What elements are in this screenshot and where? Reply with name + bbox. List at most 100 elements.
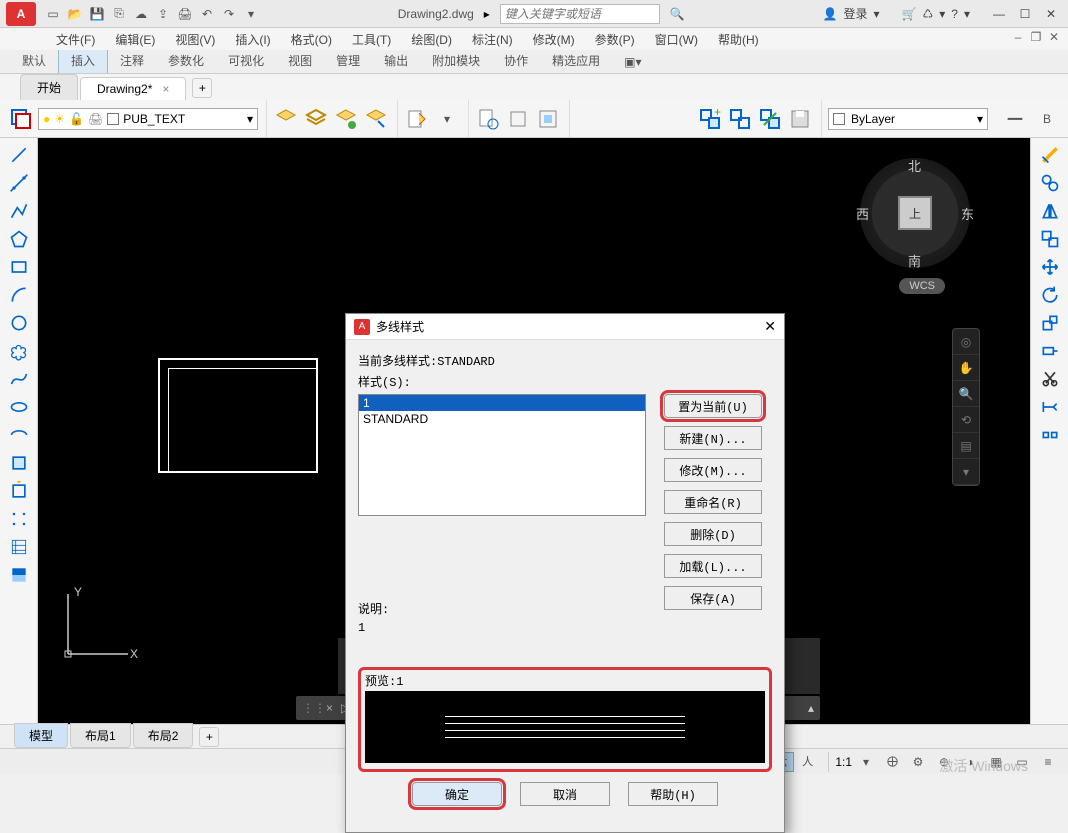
cmdline-grip-icon[interactable]: ⋮⋮ — [302, 701, 322, 715]
ribbon-tab-parametric[interactable]: 参数化 — [156, 48, 216, 73]
break-tool-icon[interactable] — [1036, 422, 1064, 448]
make-block-tool-icon[interactable]: ✦ — [5, 478, 33, 504]
delete-button[interactable]: 删除(D) — [664, 522, 762, 546]
set-current-button[interactable]: 置为当前(U) — [664, 394, 762, 418]
qat-drop-icon[interactable]: ▾ — [242, 5, 260, 23]
block-edit-drop-icon[interactable]: ▾ — [434, 106, 460, 132]
mirror-tool-icon[interactable] — [1036, 198, 1064, 224]
arc-tool-icon[interactable] — [5, 282, 33, 308]
layer-combo[interactable]: ● ☀ 🔓 🖨 PUB_TEXT ▾ — [38, 108, 258, 130]
help-search-input[interactable] — [500, 4, 660, 24]
style-item-1[interactable]: 1 — [359, 395, 645, 411]
revcloud-tool-icon[interactable] — [5, 338, 33, 364]
ribbon-tab-view[interactable]: 视图 — [276, 48, 324, 73]
doc-tab-drawing2[interactable]: Drawing2*× — [80, 77, 186, 100]
scale-tool-icon[interactable] — [1036, 310, 1064, 336]
ribbon-tab-insert[interactable]: 插入 — [58, 47, 108, 73]
layer-drop-icon[interactable]: ▾ — [247, 112, 253, 126]
modify-button[interactable]: 修改(M)... — [664, 458, 762, 482]
style-item-standard[interactable]: STANDARD — [359, 411, 645, 427]
layer-properties-icon[interactable] — [8, 106, 34, 132]
block-edit-icon[interactable] — [404, 106, 430, 132]
move-tool-icon[interactable] — [1036, 254, 1064, 280]
clip-icon[interactable] — [505, 106, 531, 132]
viewcube-north[interactable]: 北 — [908, 156, 921, 175]
saveas-icon[interactable]: ⎘ — [110, 5, 128, 23]
dyn-ucs-icon[interactable]: 人 — [796, 752, 820, 772]
help-drop-icon[interactable]: ▾ — [964, 7, 970, 21]
viewcube-top[interactable]: 上 — [898, 196, 932, 230]
viewcube-west[interactable]: 西 — [856, 204, 869, 223]
layout-tab-1[interactable]: 布局1 — [70, 723, 131, 748]
menu-view[interactable]: 视图(V) — [169, 29, 221, 50]
plot-icon[interactable]: 🖨 — [176, 5, 194, 23]
workspace-switch-icon[interactable]: ⚙ — [906, 752, 930, 772]
menu-edit[interactable]: 编辑(E) — [109, 29, 161, 50]
ellipse-tool-icon[interactable] — [5, 394, 33, 420]
spline-tool-icon[interactable] — [5, 366, 33, 392]
web-open-icon[interactable]: ☁ — [132, 5, 150, 23]
rotate-tool-icon[interactable] — [1036, 282, 1064, 308]
copy-tool-icon[interactable] — [1036, 170, 1064, 196]
doc-tab-add-button[interactable]: + — [192, 78, 212, 98]
login-drop-icon[interactable]: ▾ — [874, 7, 880, 21]
web-save-icon[interactable]: ⇪ — [154, 5, 172, 23]
scale-label[interactable]: 1:1 — [835, 755, 852, 769]
doc-tab-start[interactable]: 开始 — [20, 74, 78, 100]
viewcube-east[interactable]: 东 — [961, 204, 974, 223]
menu-help[interactable]: 帮助(H) — [712, 29, 765, 50]
customize-icon[interactable]: ≡ — [1036, 752, 1060, 772]
group-icon-3[interactable] — [757, 106, 783, 132]
group-icon-2[interactable] — [727, 106, 753, 132]
open-icon[interactable]: 📂 — [66, 5, 84, 23]
viewcube-south[interactable]: 南 — [908, 251, 921, 270]
navigation-bar[interactable]: ◎ ✋ 🔍 ⟲ ▤ ▾ — [952, 328, 980, 486]
annotation-scale-icon[interactable] — [880, 752, 904, 772]
layers-panel-icon-1[interactable] — [273, 106, 299, 132]
attach-icon[interactable] — [475, 106, 501, 132]
menu-tools[interactable]: 工具(T) — [346, 29, 397, 50]
ribbon-tab-express[interactable]: 精选应用 — [540, 48, 612, 73]
layers-panel-icon-4[interactable] — [363, 106, 389, 132]
ribbon-tab-visualize[interactable]: 可视化 — [216, 48, 276, 73]
rectangle-tool-icon[interactable] — [5, 254, 33, 280]
insert-block-tool-icon[interactable] — [5, 450, 33, 476]
scale-drop-icon[interactable]: ▾ — [854, 752, 878, 772]
view-cube[interactable]: 上 北 南 西 东 — [860, 158, 970, 268]
layout-tab-add-button[interactable]: + — [199, 727, 219, 747]
save-button[interactable]: 保存(A) — [664, 586, 762, 610]
adjust-icon[interactable] — [535, 106, 561, 132]
undo-icon[interactable]: ↶ — [198, 5, 216, 23]
menu-dim[interactable]: 标注(N) — [466, 29, 519, 50]
menu-modify[interactable]: 修改(M) — [527, 29, 581, 50]
close-button[interactable]: ✕ — [1040, 5, 1062, 23]
linetype-combo-icon[interactable]: ━━ — [1002, 106, 1028, 132]
gradient-tool-icon[interactable] — [5, 562, 33, 588]
ribbon-tab-more-icon[interactable]: ▣▾ — [612, 51, 653, 73]
layout-tab-2[interactable]: 布局2 — [133, 723, 194, 748]
menu-format[interactable]: 格式(O) — [285, 29, 338, 50]
ribbon-tab-manage[interactable]: 管理 — [324, 48, 372, 73]
ribbon-tab-output[interactable]: 输出 — [372, 48, 420, 73]
nav-showmotion-icon[interactable]: ▤ — [953, 433, 979, 459]
cmdline-close-icon[interactable]: × — [326, 701, 333, 715]
ribbon-tab-collab[interactable]: 协作 — [492, 48, 540, 73]
polyline-tool-icon[interactable] — [5, 198, 33, 224]
save-icon[interactable]: 💾 — [88, 5, 106, 23]
dialog-close-button[interactable]: ✕ — [764, 318, 776, 335]
isolate-icon[interactable]: ◑ — [958, 752, 982, 772]
mdi-close-button[interactable]: ✕ — [1046, 30, 1062, 44]
new-icon[interactable]: ▭ — [44, 5, 62, 23]
login-link[interactable]: 登录 — [843, 5, 867, 22]
stretch-tool-icon[interactable] — [1036, 338, 1064, 364]
help-icon[interactable]: ? — [951, 7, 958, 21]
menu-window[interactable]: 窗口(W) — [649, 29, 704, 50]
color-combo[interactable]: ByLayer ▾ — [828, 108, 988, 130]
nav-pan-icon[interactable]: ✋ — [953, 355, 979, 381]
a360-drop-icon[interactable]: ▾ — [939, 7, 945, 21]
hardware-accel-icon[interactable]: ▦ — [984, 752, 1008, 772]
polygon-tool-icon[interactable] — [5, 226, 33, 252]
menu-insert[interactable]: 插入(I) — [229, 29, 276, 50]
color-drop-icon[interactable]: ▾ — [977, 112, 983, 126]
clean-screen-icon[interactable]: ▭ — [1010, 752, 1034, 772]
